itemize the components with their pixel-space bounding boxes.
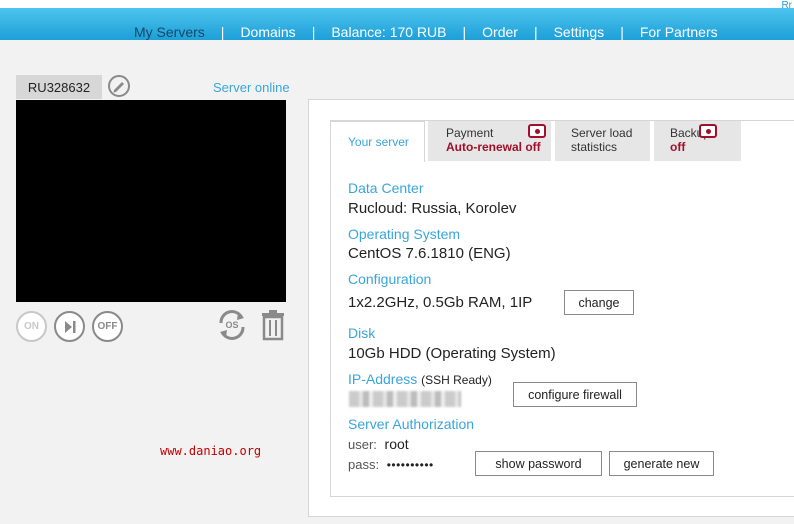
server-authorization-label: Server Authorization bbox=[348, 416, 475, 432]
power-off-label: OFF bbox=[97, 321, 118, 332]
watermark-text: www.daniao.org bbox=[160, 444, 262, 458]
main-nav: My Servers | Domains | Balance: 170 RUB … bbox=[0, 16, 794, 48]
operating-system-value: CentOS 7.6.1810 (ENG) bbox=[348, 245, 511, 262]
pass-value: •••••••••• bbox=[386, 458, 434, 472]
tab-load-label-line2: statistics bbox=[571, 140, 618, 154]
server-id-label: RU328632 bbox=[16, 75, 102, 99]
alert-bubble-icon bbox=[699, 124, 717, 138]
power-on-label: ON bbox=[24, 321, 39, 332]
play-pause-icon bbox=[64, 320, 75, 333]
tab-backup-status: off bbox=[670, 140, 686, 154]
power-off-button[interactable]: OFF bbox=[92, 311, 123, 342]
server-console-screen[interactable] bbox=[16, 100, 286, 302]
nav-separator: | bbox=[220, 24, 225, 40]
operating-system-label: Operating System bbox=[348, 226, 461, 242]
nav-separator: | bbox=[533, 24, 538, 40]
user-row: user: root bbox=[348, 436, 409, 452]
change-button[interactable]: change bbox=[564, 290, 634, 315]
reinstall-os-label: OS bbox=[225, 320, 238, 330]
configuration-value: 1x2.2GHz, 0.5Gb RAM, 1IP bbox=[348, 294, 533, 311]
nav-settings[interactable]: Settings bbox=[554, 24, 605, 40]
nav-my-servers[interactable]: My Servers bbox=[134, 24, 205, 40]
pencil-icon-glyph bbox=[113, 82, 124, 93]
tab-server-load-statistics[interactable]: Server load statistics bbox=[555, 121, 650, 161]
pencil-icon[interactable] bbox=[108, 75, 130, 97]
configure-firewall-button[interactable]: configure firewall bbox=[513, 382, 637, 407]
data-center-value: Rucloud: Russia, Korolev bbox=[348, 200, 517, 217]
tab-payment-status: Auto-renewal off bbox=[446, 140, 541, 154]
ip-address-label: IP-Address (SSH Ready) bbox=[348, 371, 492, 387]
ip-address-title: IP-Address bbox=[348, 371, 418, 387]
delete-server-button[interactable] bbox=[260, 309, 286, 341]
power-on-button[interactable]: ON bbox=[16, 311, 47, 342]
nav-for-partners[interactable]: For Partners bbox=[640, 24, 718, 40]
play-pause-button[interactable] bbox=[54, 311, 85, 342]
trash-icon bbox=[262, 310, 284, 341]
configuration-label: Configuration bbox=[348, 271, 432, 287]
tab-payment[interactable]: Payment Auto-renewal off bbox=[428, 121, 551, 161]
user-value: root bbox=[384, 436, 409, 452]
nav-balance[interactable]: Balance: 170 RUB bbox=[331, 24, 446, 40]
disk-value: 10Gb HDD (Operating System) bbox=[348, 345, 556, 362]
nav-domains[interactable]: Domains bbox=[240, 24, 295, 40]
corner-link[interactable]: Rr bbox=[781, 0, 792, 11]
nav-separator: | bbox=[311, 24, 316, 40]
pass-row: pass: •••••••••• bbox=[348, 457, 434, 472]
server-status: Server online bbox=[213, 80, 290, 95]
data-center-label: Data Center bbox=[348, 180, 424, 196]
ssh-ready-note: (SSH Ready) bbox=[421, 373, 492, 387]
alert-bubble-icon bbox=[528, 124, 546, 138]
nav-separator: | bbox=[462, 24, 467, 40]
nav-separator: | bbox=[620, 24, 624, 40]
tab-your-server-label: Your server bbox=[348, 135, 409, 149]
tab-backup[interactable]: Backup off bbox=[654, 121, 741, 161]
generate-new-password-button[interactable]: generate new bbox=[609, 451, 714, 476]
show-password-button[interactable]: show password bbox=[475, 451, 602, 476]
disk-label: Disk bbox=[348, 325, 376, 341]
top-navigation-bar: Rr My Servers | Domains | Balance: 170 R… bbox=[0, 0, 794, 40]
reinstall-os-button[interactable]: OS bbox=[214, 307, 250, 343]
pass-label: pass: bbox=[348, 457, 380, 472]
ip-address-value-redacted bbox=[349, 391, 461, 407]
reinstall-os-icon: OS bbox=[219, 310, 245, 340]
user-label: user: bbox=[348, 437, 377, 452]
tab-your-server[interactable]: Your server bbox=[330, 121, 425, 162]
nav-order[interactable]: Order bbox=[482, 24, 518, 40]
tab-load-label-line1: Server load bbox=[571, 126, 633, 140]
